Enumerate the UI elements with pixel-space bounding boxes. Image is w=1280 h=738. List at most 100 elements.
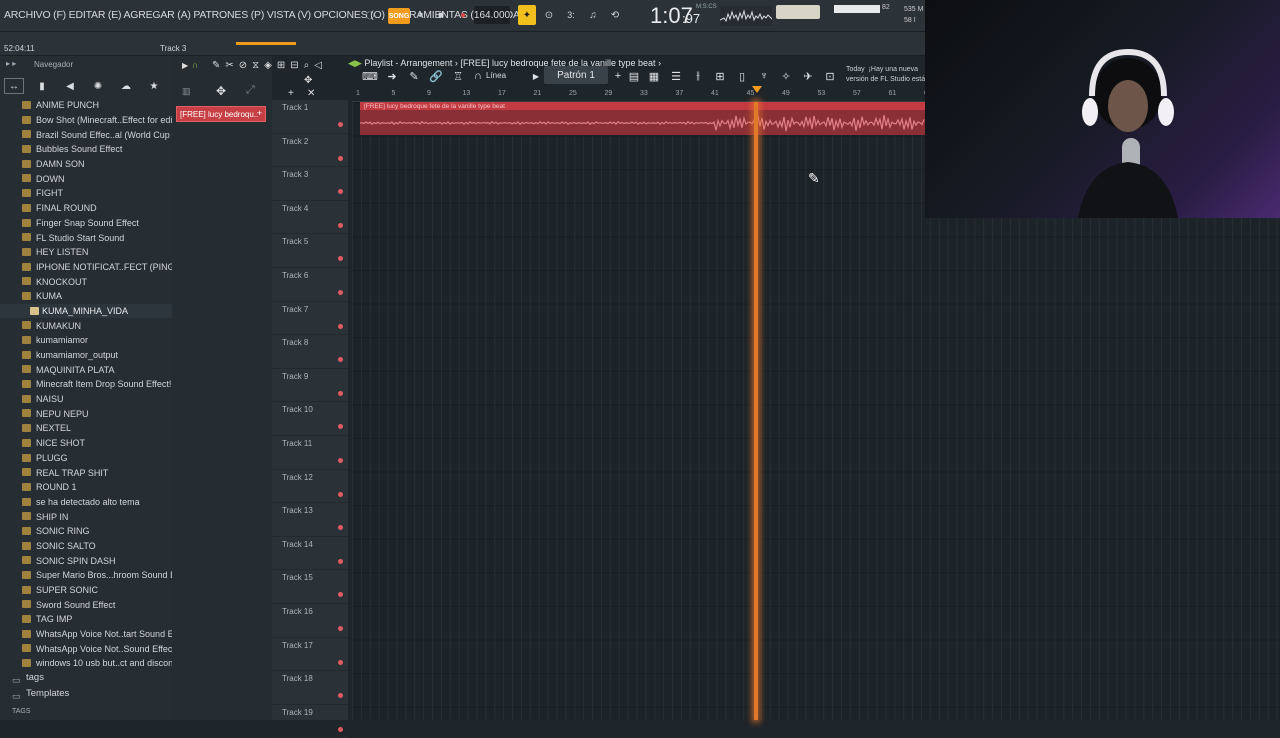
file-item[interactable]: Bow Shot (Minecraft..Effect for editing: [0, 113, 172, 128]
close-icon[interactable]: ✕: [307, 88, 315, 99]
file-item[interactable]: FIGHT: [0, 186, 172, 201]
track-mute-led-icon[interactable]: [338, 659, 343, 665]
speaker-icon[interactable]: ◀: [60, 78, 80, 94]
track-mute-led-icon[interactable]: [338, 424, 343, 430]
track-header[interactable]: Track 15: [272, 570, 348, 604]
file-item[interactable]: ROUND 1: [0, 480, 172, 495]
countdown-icon[interactable]: 3:: [562, 7, 580, 23]
file-item[interactable]: Bubbles Sound Effect: [0, 142, 172, 157]
track-header[interactable]: Track 12: [272, 470, 348, 504]
file-item[interactable]: SONIC SPIN DASH: [0, 553, 172, 568]
timeline-ruler[interactable]: 159131721252933374145495357616: [352, 88, 928, 102]
star-icon[interactable]: ★: [144, 78, 164, 94]
file-item[interactable]: FL Studio Start Sound: [0, 230, 172, 245]
track-mute-led-icon[interactable]: [338, 323, 343, 329]
file-item[interactable]: IPHONE NOTIFICAT..FECT (PINGDDING): [0, 260, 172, 275]
track-header[interactable]: Track 8: [272, 335, 348, 369]
track-mute-led-icon[interactable]: [338, 290, 343, 295]
track-header[interactable]: Track 5: [272, 234, 348, 268]
tags-header[interactable]: TAGS: [0, 708, 172, 720]
picker-list-icon[interactable]: ▥: [182, 86, 191, 97]
track-header[interactable]: Track 1: [272, 100, 348, 134]
track-mute-led-icon[interactable]: [338, 357, 343, 363]
track-header[interactable]: Track 2: [272, 134, 348, 168]
track-header[interactable]: Track 17: [272, 638, 348, 672]
file-item[interactable]: DOWN: [0, 171, 172, 186]
file-item[interactable]: TAG IMP: [0, 612, 172, 627]
loop-record-icon[interactable]: ⟲: [606, 7, 624, 23]
file-item[interactable]: KUMA: [0, 289, 172, 304]
track-mute-led-icon[interactable]: [338, 726, 343, 732]
track-mute-led-icon[interactable]: [338, 390, 343, 396]
track-header[interactable]: Track 14: [272, 537, 348, 571]
file-item[interactable]: KUMA_MINHA_VIDA: [0, 303, 172, 319]
file-item[interactable]: REAL TRAP SHIT: [0, 465, 172, 480]
file-item[interactable]: se ha detectado alto tema: [0, 495, 172, 510]
zoom-icon[interactable]: ✥: [304, 75, 312, 86]
browser-arrows-icon[interactable]: ▸ ▸: [6, 59, 16, 68]
file-item[interactable]: Minecraft Item Drop Sound Effect!: [0, 377, 172, 392]
track-mute-led-icon[interactable]: [338, 592, 343, 598]
play-arrow-icon[interactable]: ▶: [182, 61, 188, 70]
file-item[interactable]: HEY LISTEN: [0, 245, 172, 260]
track-header[interactable]: Track 10: [272, 402, 348, 436]
cloud-icon[interactable]: ☁: [116, 78, 136, 94]
file-item[interactable]: NEXTEL: [0, 421, 172, 436]
track-header[interactable]: Track 19: [272, 705, 348, 738]
file-item[interactable]: FINAL ROUND: [0, 201, 172, 216]
file-item[interactable]: kumamiamor: [0, 333, 172, 348]
file-item[interactable]: windows 10 usb but..ct and disconnect: [0, 656, 172, 671]
track-header[interactable]: Track 6: [272, 268, 348, 302]
file-item[interactable]: NICE SHOT: [0, 436, 172, 451]
record-icon[interactable]: ●: [456, 8, 470, 22]
playlist-tools[interactable]: ✎✂⊘⧖◈⊞⊟⌕◁: [212, 60, 327, 71]
file-item[interactable]: Brazil Sound Effec..al (World Cup 2002): [0, 127, 172, 142]
file-item[interactable]: NEPU NEPU: [0, 406, 172, 421]
file-item[interactable]: SHIP IN: [0, 509, 172, 524]
plugin-icon[interactable]: ✺: [88, 78, 108, 94]
playhead[interactable]: [754, 102, 758, 720]
file-item[interactable]: PLUGG: [0, 451, 172, 466]
track-header[interactable]: Track 9: [272, 369, 348, 403]
track-mute-led-icon[interactable]: [338, 458, 343, 463]
pattern-clip-source[interactable]: [FREE] lucy bedroqu.. +: [176, 106, 266, 122]
move-icon[interactable]: ✥: [216, 84, 226, 98]
file-item[interactable]: WhatsApp Voice Not..Sound Effects HD: [0, 641, 172, 656]
add-track-icon[interactable]: +: [288, 88, 294, 99]
folder-tags[interactable]: ▭ tags: [0, 672, 172, 688]
file-item[interactable]: SONIC RING: [0, 524, 172, 539]
file-item[interactable]: Super Mario Bros...hroom Sound Effect: [0, 568, 172, 583]
file-item[interactable]: WhatsApp Voice Not..tart Sound Effect: [0, 627, 172, 642]
song-mode-button[interactable]: SONG: [388, 8, 410, 24]
snap-mode[interactable]: Línea: [486, 71, 506, 80]
track-header[interactable]: Track 4: [272, 201, 348, 235]
wait-input-icon[interactable]: ⊙: [540, 7, 558, 23]
track-mute-led-icon[interactable]: [338, 256, 343, 262]
file-item[interactable]: kumamiamor_output: [0, 348, 172, 363]
file-item[interactable]: SUPER SONIC: [0, 583, 172, 598]
file-item[interactable]: Sword Sound Effect: [0, 597, 172, 612]
folder-templates[interactable]: ▭ Templates: [0, 688, 172, 704]
metronome-toggle-icon[interactable]: ✦: [518, 5, 536, 25]
track-mute-led-icon[interactable]: [338, 693, 343, 699]
file-item[interactable]: DAMN SON: [0, 157, 172, 172]
playhead-marker-icon[interactable]: [752, 86, 762, 93]
track-mute-led-icon[interactable]: [338, 626, 343, 631]
collapse-icon[interactable]: ↔: [4, 78, 24, 94]
file-item[interactable]: SONIC SALTO: [0, 539, 172, 554]
track-mute-led-icon[interactable]: [338, 155, 343, 161]
track-header[interactable]: Track 11: [272, 436, 348, 470]
pause-icon[interactable]: ⏸: [414, 8, 428, 22]
track-header[interactable]: Track 3: [272, 167, 348, 201]
resize-icon[interactable]: ⤢: [246, 84, 255, 97]
track-header[interactable]: Track 18: [272, 671, 348, 705]
track-mute-led-icon[interactable]: [338, 491, 343, 497]
track-header[interactable]: Track 13: [272, 503, 348, 537]
file-item[interactable]: MAQUINITA PLATA: [0, 362, 172, 377]
file-item[interactable]: KUMAKUN: [0, 318, 172, 333]
file-item[interactable]: NAISU: [0, 392, 172, 407]
file-icon[interactable]: ▮: [32, 78, 52, 94]
file-item[interactable]: ANIME PUNCH: [0, 98, 172, 113]
track-mute-led-icon[interactable]: [338, 122, 343, 127]
blend-notes-icon[interactable]: ♫: [584, 7, 602, 23]
